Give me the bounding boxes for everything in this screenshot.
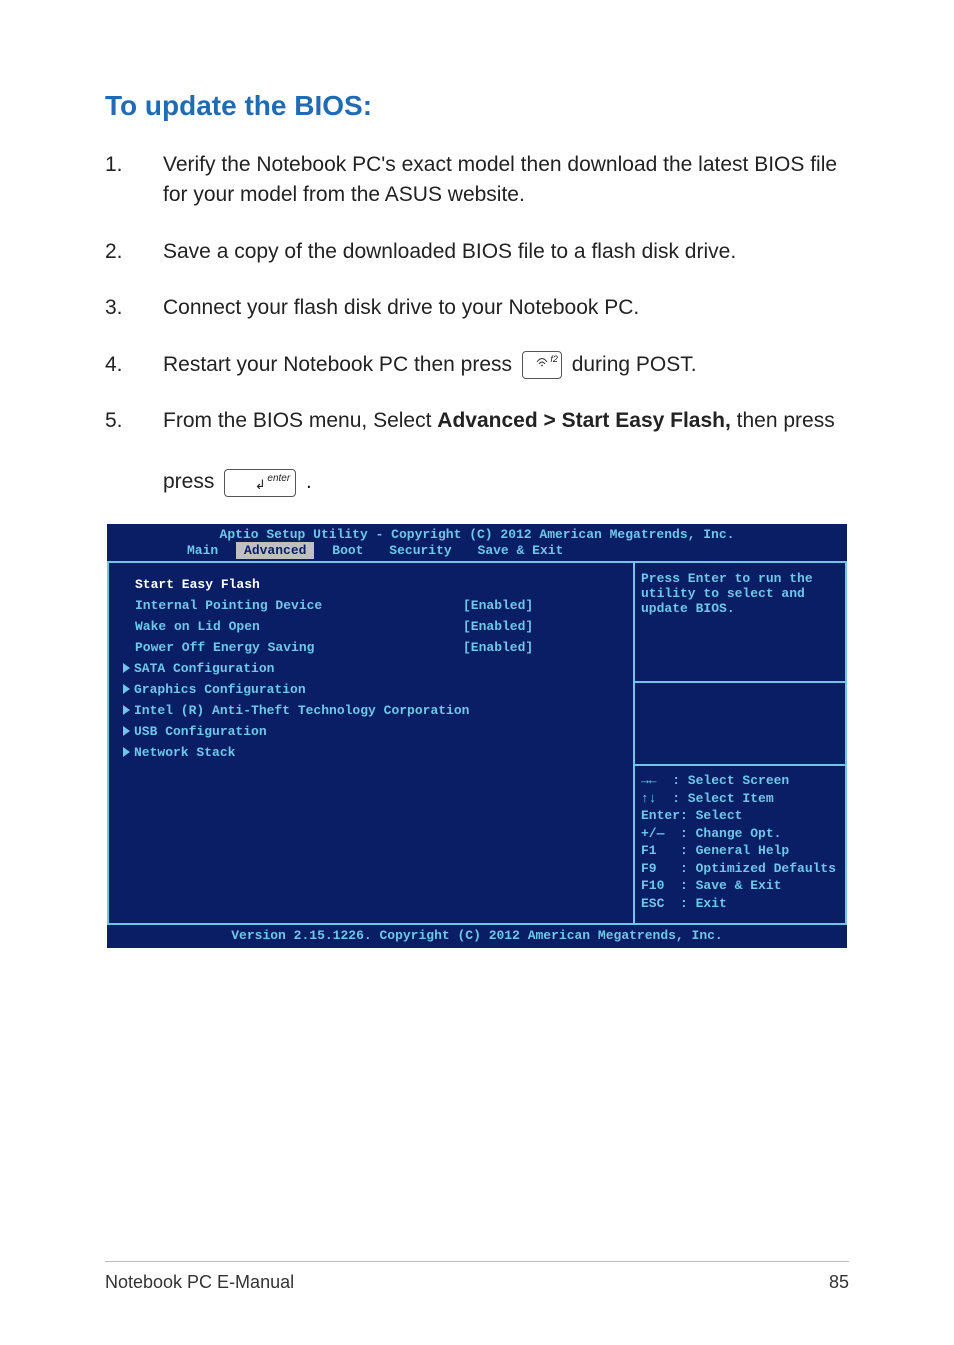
f2-label: f2	[550, 353, 558, 366]
bios-sub-label: Intel (R) Anti-Theft Technology Corporat…	[134, 703, 469, 718]
step4-suffix: during POST.	[572, 353, 697, 376]
bios-help-panel: Press Enter to run the utility to select…	[635, 563, 847, 923]
bios-row-start-easy-flash[interactable]: Start Easy Flash	[123, 577, 623, 592]
step-4: 4. Restart your Notebook PC then press f…	[105, 350, 849, 380]
tab-main[interactable]: Main	[179, 542, 226, 559]
bios-tabs: Main Advanced Boot Security Save & Exit	[107, 543, 847, 561]
step-number: 3.	[105, 293, 163, 323]
bios-sub-label: Graphics Configuration	[134, 682, 306, 697]
step5-suffix: .	[306, 470, 312, 493]
enter-arrow-icon: ↲	[255, 476, 266, 495]
bios-sub-network[interactable]: Network Stack	[123, 745, 623, 760]
step-number: 1.	[105, 150, 163, 211]
bios-row-internal-pointing[interactable]: Internal Pointing Device [Enabled]	[123, 598, 623, 613]
step-5: 5. From the BIOS menu, Select Advanced >…	[105, 406, 849, 497]
enter-key-icon: enter ↲	[224, 469, 296, 497]
step4-prefix: Restart your Notebook PC then press	[163, 353, 518, 376]
triangle-icon	[123, 726, 130, 736]
enter-label: enter	[267, 472, 290, 487]
bios-row-label: Power Off Energy Saving	[123, 640, 463, 655]
bios-row-label: Wake on Lid Open	[123, 619, 463, 634]
triangle-icon	[123, 663, 130, 673]
bios-footer: Version 2.15.1226. Copyright (C) 2012 Am…	[107, 925, 847, 948]
f2-key-icon: f2	[522, 351, 562, 379]
bios-main-panel: Start Easy Flash Internal Pointing Devic…	[107, 563, 635, 923]
bios-row-value: [Enabled]	[463, 640, 623, 655]
step-number: 4.	[105, 350, 163, 380]
step-number: 5.	[105, 406, 163, 497]
bios-row-value	[463, 577, 623, 592]
step5-mid: then press	[737, 409, 835, 432]
step-body: Verify the Notebook PC's exact model the…	[163, 150, 849, 211]
bios-row-power-off[interactable]: Power Off Energy Saving [Enabled]	[123, 640, 623, 655]
step-body: Restart your Notebook PC then press f2 d…	[163, 350, 849, 380]
help-line: Enter: Select	[641, 807, 839, 825]
bios-help-keys: →← : Select Screen ↑↓ : Select Item Ente…	[635, 764, 845, 922]
step-2: 2. Save a copy of the downloaded BIOS fi…	[105, 237, 849, 267]
wifi-icon	[536, 357, 548, 373]
step-3: 3. Connect your flash disk drive to your…	[105, 293, 849, 323]
help-line: F10 : Save & Exit	[641, 877, 839, 895]
bios-row-value: [Enabled]	[463, 598, 623, 613]
step-number: 2.	[105, 237, 163, 267]
bios-row-label: Start Easy Flash	[123, 577, 463, 592]
step-body: From the BIOS menu, Select Advanced > St…	[163, 406, 849, 497]
triangle-icon	[123, 684, 130, 694]
bios-row-label: Internal Pointing Device	[123, 598, 463, 613]
bios-header: Aptio Setup Utility - Copyright (C) 2012…	[107, 524, 847, 543]
step-body: Save a copy of the downloaded BIOS file …	[163, 237, 849, 267]
bios-sub-label: USB Configuration	[134, 724, 267, 739]
bios-row-wake-lid[interactable]: Wake on Lid Open [Enabled]	[123, 619, 623, 634]
triangle-icon	[123, 747, 130, 757]
bios-row-value: [Enabled]	[463, 619, 623, 634]
help-line: ESC : Exit	[641, 895, 839, 913]
step5-press-word: press	[163, 470, 220, 493]
help-line: +/— : Change Opt.	[641, 825, 839, 843]
tab-save-exit[interactable]: Save & Exit	[470, 542, 572, 559]
step-1: 1. Verify the Notebook PC's exact model …	[105, 150, 849, 211]
footer-title: Notebook PC E-Manual	[105, 1272, 294, 1293]
bios-help-description: Press Enter to run the utility to select…	[635, 563, 845, 683]
triangle-icon	[123, 705, 130, 715]
help-line: F9 : Optimized Defaults	[641, 860, 839, 878]
tab-boot[interactable]: Boot	[324, 542, 371, 559]
bios-sub-graphics[interactable]: Graphics Configuration	[123, 682, 623, 697]
bios-sub-label: Network Stack	[134, 745, 235, 760]
bios-screenshot: Aptio Setup Utility - Copyright (C) 2012…	[107, 524, 847, 948]
help-line: F1 : General Help	[641, 842, 839, 860]
tab-advanced[interactable]: Advanced	[236, 542, 314, 559]
tab-security[interactable]: Security	[381, 542, 459, 559]
step-body: Connect your flash disk drive to your No…	[163, 293, 849, 323]
help-line: ↑↓ : Select Item	[641, 790, 839, 808]
step5-prefix: From the BIOS menu, Select	[163, 409, 437, 432]
step5-bold: Advanced > Start Easy Flash,	[437, 409, 731, 432]
section-heading: To update the BIOS:	[105, 90, 849, 122]
page-number: 85	[829, 1272, 849, 1293]
bios-sub-usb[interactable]: USB Configuration	[123, 724, 623, 739]
bios-sub-intel-antitheft[interactable]: Intel (R) Anti-Theft Technology Corporat…	[123, 703, 623, 718]
bios-sub-sata[interactable]: SATA Configuration	[123, 661, 623, 676]
page-footer: Notebook PC E-Manual 85	[105, 1261, 849, 1293]
bios-sub-label: SATA Configuration	[134, 661, 274, 676]
help-line: →← : Select Screen	[641, 772, 839, 790]
